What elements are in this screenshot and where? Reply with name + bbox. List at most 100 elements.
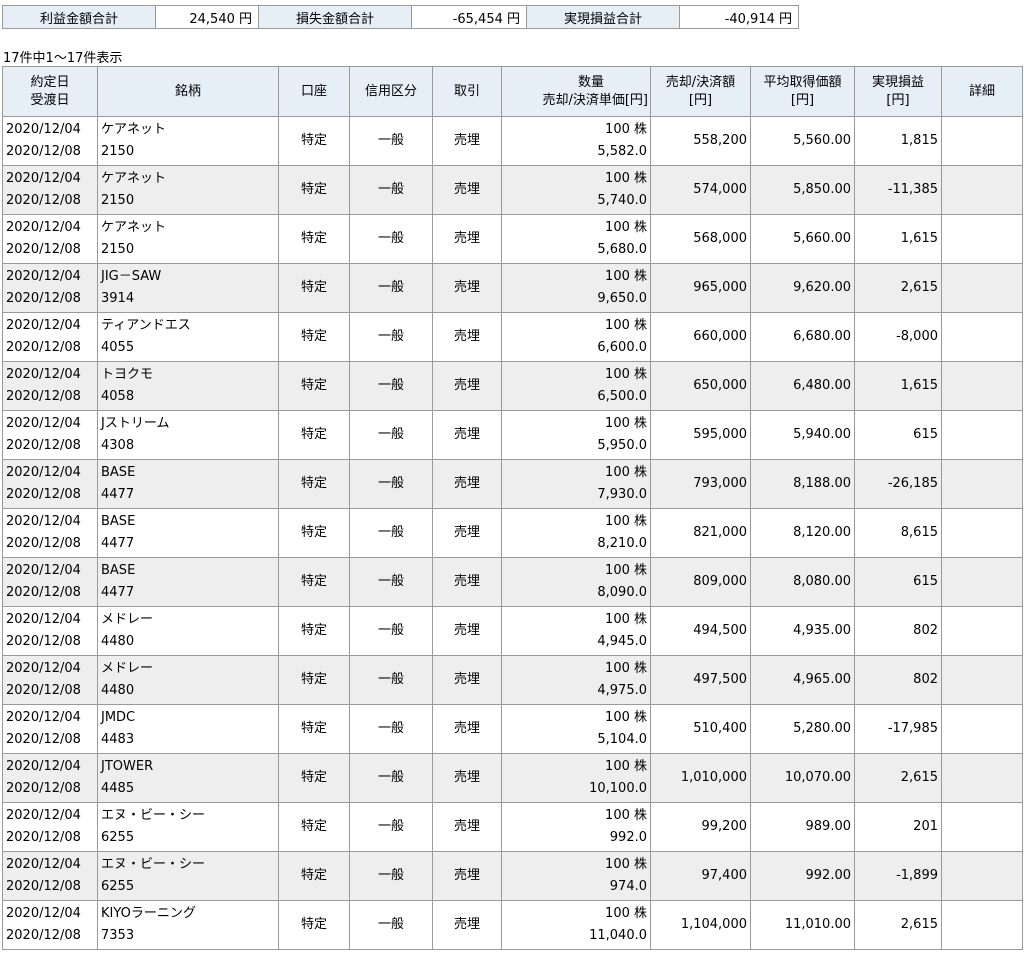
settle-date: 2020/12/08 [6, 634, 81, 649]
table-row: 2020/12/04 2020/12/08 ケアネット 2150 特定 一般 売埋 100 株… [2, 165, 1023, 215]
date-cell: 2020/12/04 2020/12/08 [2, 802, 98, 852]
date-cell: 2020/12/04 2020/12/08 [2, 116, 98, 166]
quantity: 100 株 [605, 514, 647, 529]
trade-date: 2020/12/04 [6, 416, 81, 431]
date-cell: 2020/12/04 2020/12/08 [2, 459, 98, 509]
amount-cell: 558,200 [650, 116, 751, 166]
trade-date: 2020/12/04 [6, 171, 81, 186]
header-detail: 詳細 [941, 66, 1023, 117]
date-cell: 2020/12/04 2020/12/08 [2, 508, 98, 558]
credit-cell: 一般 [349, 900, 433, 950]
stock-name: BASE [101, 563, 136, 578]
trade-date: 2020/12/04 [6, 465, 81, 480]
stock-cell: JTOWER 4485 [97, 753, 279, 803]
date-cell: 2020/12/04 2020/12/08 [2, 361, 98, 411]
realized-pl-cell: 615 [854, 557, 942, 607]
realized-pl-cell: 615 [854, 410, 942, 460]
unit-price: 6,500.0 [597, 389, 647, 404]
stock-code: 2150 [101, 144, 135, 159]
avg-price-cell: 6,480.00 [750, 361, 855, 411]
credit-cell: 一般 [349, 214, 433, 264]
stock-code: 4055 [101, 340, 135, 355]
header-account: 口座 [278, 66, 350, 117]
stock-code: 4477 [101, 487, 135, 502]
table-row: 2020/12/04 2020/12/08 メドレー 4480 特定 一般 売埋 100 株4… [2, 655, 1023, 705]
header-avg-unit: [円] [790, 92, 815, 108]
account-cell: 特定 [278, 410, 350, 460]
header-credit: 信用区分 [349, 66, 433, 117]
settle-date: 2020/12/08 [6, 389, 81, 404]
unit-price: 5,582.0 [597, 144, 647, 159]
account-cell: 特定 [278, 116, 350, 166]
date-cell: 2020/12/04 2020/12/08 [2, 263, 98, 313]
trade-date: 2020/12/04 [6, 906, 81, 921]
stock-name: エヌ・ビー・シー [101, 857, 206, 872]
realized-pl-cell: 201 [854, 802, 942, 852]
stock-code: 4308 [101, 438, 135, 453]
qty-cell: 100 株 4,945.0 [501, 606, 651, 656]
stock-code: 6255 [101, 879, 135, 894]
unit-price: 11,040.0 [589, 928, 647, 943]
credit-cell: 一般 [349, 557, 433, 607]
settle-date: 2020/12/08 [6, 781, 81, 796]
stock-cell: JIG－SAW 3914 [97, 263, 279, 313]
header-amount-label: 売却/決済額 [665, 74, 736, 90]
trade-cell: 売埋 [432, 655, 502, 705]
credit-cell: 一般 [349, 116, 433, 166]
realized-pl-cell: 1,815 [854, 116, 942, 166]
detail-cell [941, 508, 1023, 558]
qty-cell: 100 株 5,680.0 [501, 214, 651, 264]
qty-cell: 100 株 5,104.0 [501, 704, 651, 754]
detail-cell [941, 312, 1023, 362]
unit-price: 8,090.0 [597, 585, 647, 600]
date-cell: 2020/12/04 2020/12/08 [2, 655, 98, 705]
realized-pl-cell: -17,985 [854, 704, 942, 754]
credit-cell: 一般 [349, 312, 433, 362]
amount-cell: 574,000 [650, 165, 751, 215]
header-qty: 数量 売却/決済単価[円] [501, 66, 651, 117]
detail-cell [941, 263, 1023, 313]
stock-name: Jストリーム [101, 416, 170, 431]
detail-cell [941, 361, 1023, 411]
credit-cell: 一般 [349, 361, 433, 411]
qty-cell: 100 株 992.0 [501, 802, 651, 852]
account-cell: 特定 [278, 557, 350, 607]
avg-price-cell: 989.00 [750, 802, 855, 852]
unit-price: 974.0 [609, 879, 647, 894]
quantity: 100 株 [605, 171, 647, 186]
settle-date: 2020/12/08 [6, 683, 81, 698]
avg-price-cell: 5,850.00 [750, 165, 855, 215]
amount-cell: 660,000 [650, 312, 751, 362]
header-dates: 約定日 受渡日 [2, 66, 98, 117]
header-amount-unit: [円] [688, 92, 713, 108]
amount-cell: 809,000 [650, 557, 751, 607]
realized-pl-cell: -11,385 [854, 165, 942, 215]
table-row: 2020/12/04 2020/12/08 JTOWER 4485 特定 一般 売埋 100 … [2, 753, 1023, 803]
loss-total-value: -65,454 円 [411, 5, 527, 29]
account-cell: 特定 [278, 508, 350, 558]
table-row: 2020/12/04 2020/12/08 BASE 4477 特定 一般 売埋 100 株7… [2, 459, 1023, 509]
detail-cell [941, 459, 1023, 509]
realized-pl-cell: 2,615 [854, 900, 942, 950]
stock-name: ティアンドエス [101, 318, 191, 333]
header-avg-label: 平均取得価額 [763, 74, 842, 90]
account-cell: 特定 [278, 655, 350, 705]
stock-cell: エヌ・ビー・シー 6255 [97, 802, 279, 852]
amount-cell: 568,000 [650, 214, 751, 264]
detail-cell [941, 802, 1023, 852]
header-pl-unit: [円] [886, 92, 910, 108]
qty-cell: 100 株 974.0 [501, 851, 651, 901]
amount-cell: 965,000 [650, 263, 751, 313]
stock-cell: エヌ・ビー・シー 6255 [97, 851, 279, 901]
unit-price: 992.0 [609, 830, 647, 845]
credit-cell: 一般 [349, 459, 433, 509]
detail-cell [941, 753, 1023, 803]
table-row: 2020/12/04 2020/12/08 BASE 4477 特定 一般 売埋 100 株8… [2, 508, 1023, 558]
loss-total-label: 損失金額合計 [258, 5, 412, 29]
quantity: 100 株 [605, 220, 647, 235]
quantity: 100 株 [605, 710, 647, 725]
settle-date: 2020/12/08 [6, 193, 81, 208]
quantity: 100 株 [605, 269, 647, 284]
table-row: 2020/12/04 2020/12/08 ケアネット 2150 特定 一般 売埋 100 株… [2, 214, 1023, 264]
trade-date: 2020/12/04 [6, 661, 81, 676]
